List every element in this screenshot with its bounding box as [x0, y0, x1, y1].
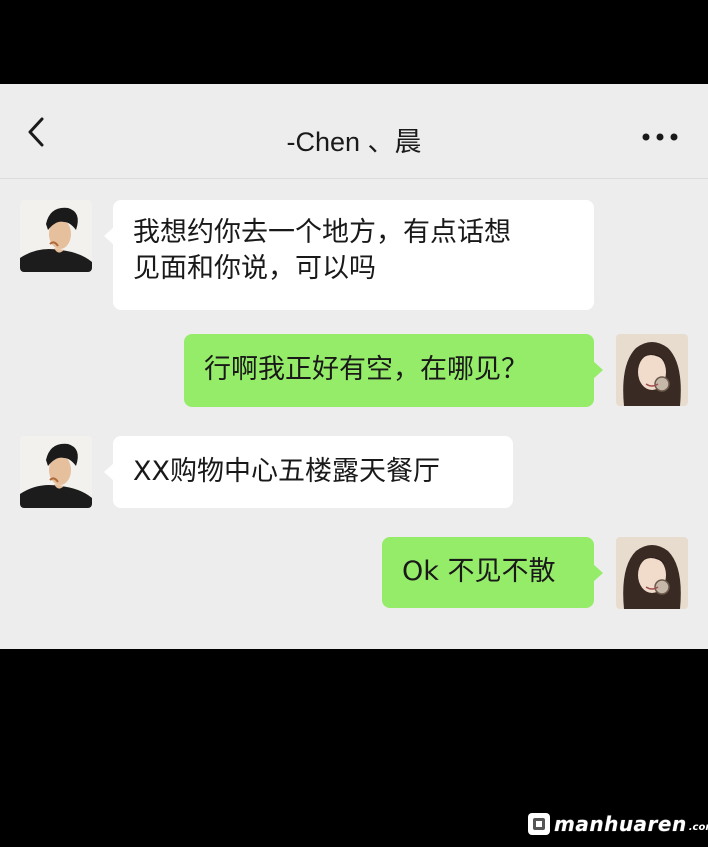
more-button[interactable]	[640, 129, 680, 143]
chat-screen: -Chen 、晨 我想约你去一个地方，有点话想 见面和你说，可以吗 行啊我正好有…	[0, 84, 708, 649]
watermark-suffix: .com	[688, 822, 708, 833]
message-text-line: 见面和你说，可以吗	[133, 253, 376, 284]
more-dots-icon	[642, 133, 678, 141]
message-text-line: 我想约你去一个地方，有点话想	[133, 217, 511, 248]
message-text-line: 行啊我正好有空，在哪见？	[204, 354, 528, 385]
chat-header: -Chen 、晨	[0, 84, 708, 179]
watermark-logo-icon	[528, 813, 550, 835]
message-text-line: XX购物中心五楼露天餐厅	[133, 456, 440, 487]
watermark-text: manhuaren	[554, 812, 687, 836]
message-bubble-incoming[interactable]: 我想约你去一个地方，有点话想 见面和你说，可以吗	[104, 200, 594, 310]
message-bubble-outgoing[interactable]: 行啊我正好有空，在哪见？	[184, 334, 603, 407]
contact-avatar[interactable]	[20, 436, 92, 508]
message-bubble-incoming[interactable]: XX购物中心五楼露天餐厅	[104, 436, 513, 508]
my-avatar[interactable]	[616, 537, 688, 609]
message-text-line: Ok 不见不散	[402, 556, 556, 587]
message-bubble-outgoing[interactable]: Ok 不见不散	[382, 537, 603, 608]
my-avatar[interactable]	[616, 334, 688, 406]
site-watermark: manhuaren .com	[528, 812, 708, 836]
contact-avatar[interactable]	[20, 200, 92, 272]
chat-title: -Chen 、晨	[286, 127, 422, 157]
